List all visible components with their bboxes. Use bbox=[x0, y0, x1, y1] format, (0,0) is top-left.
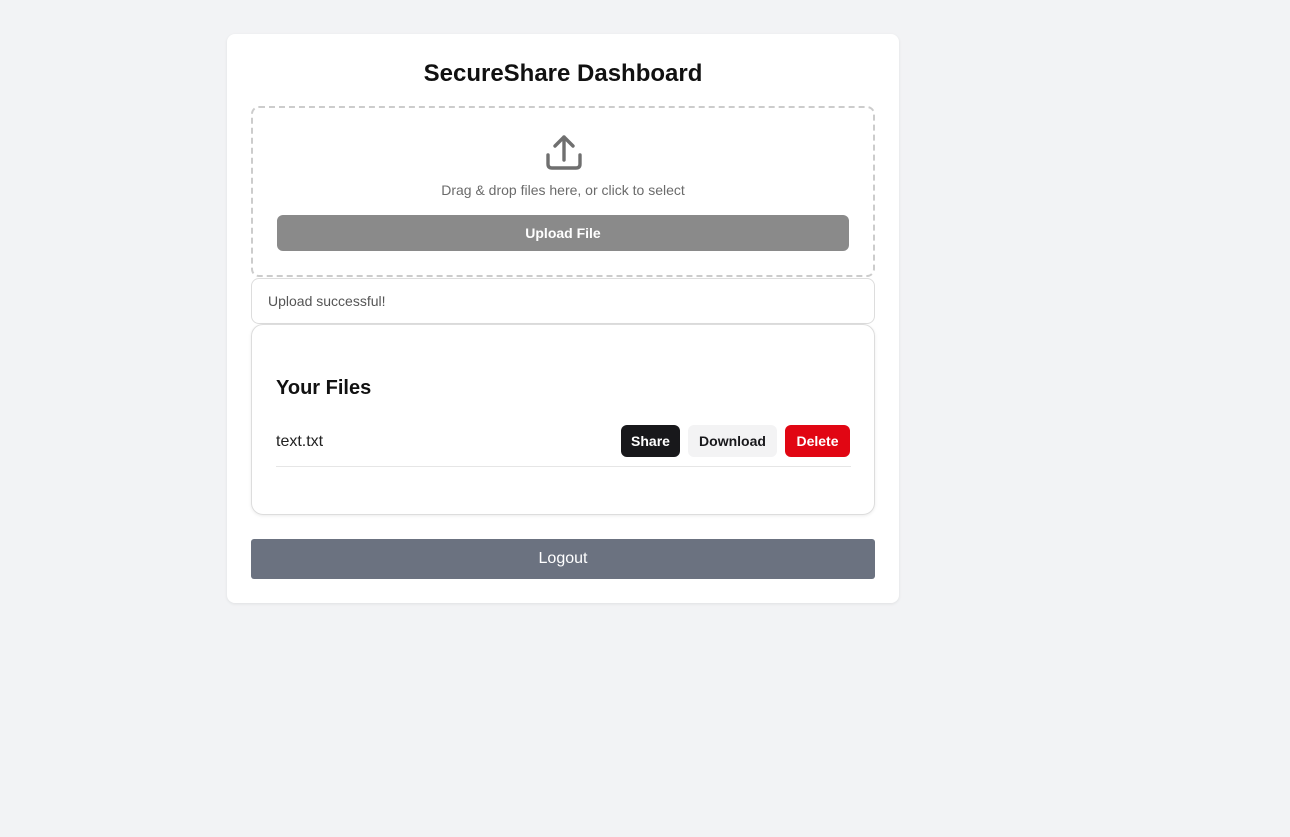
status-message: Upload successful! bbox=[251, 278, 875, 324]
file-name: text.txt bbox=[276, 433, 324, 450]
files-panel: Your Files text.txt Share Download Delet… bbox=[251, 324, 875, 515]
logout-button[interactable]: Logout bbox=[251, 539, 875, 579]
dropzone-hint: Drag & drop files here, or click to sele… bbox=[441, 182, 685, 198]
upload-file-button[interactable]: Upload File bbox=[277, 215, 849, 251]
dashboard-card: SecureShare Dashboard Drag & drop files … bbox=[227, 34, 899, 603]
file-dropzone[interactable]: Drag & drop files here, or click to sele… bbox=[251, 106, 875, 277]
download-button[interactable]: Download bbox=[688, 425, 777, 457]
files-heading: Your Files bbox=[276, 377, 372, 399]
share-button[interactable]: Share bbox=[621, 425, 680, 457]
upload-icon bbox=[546, 135, 582, 170]
page-title: SecureShare Dashboard bbox=[423, 60, 703, 87]
file-row: text.txt Share Download Delete bbox=[276, 425, 851, 467]
delete-button[interactable]: Delete bbox=[785, 425, 850, 457]
